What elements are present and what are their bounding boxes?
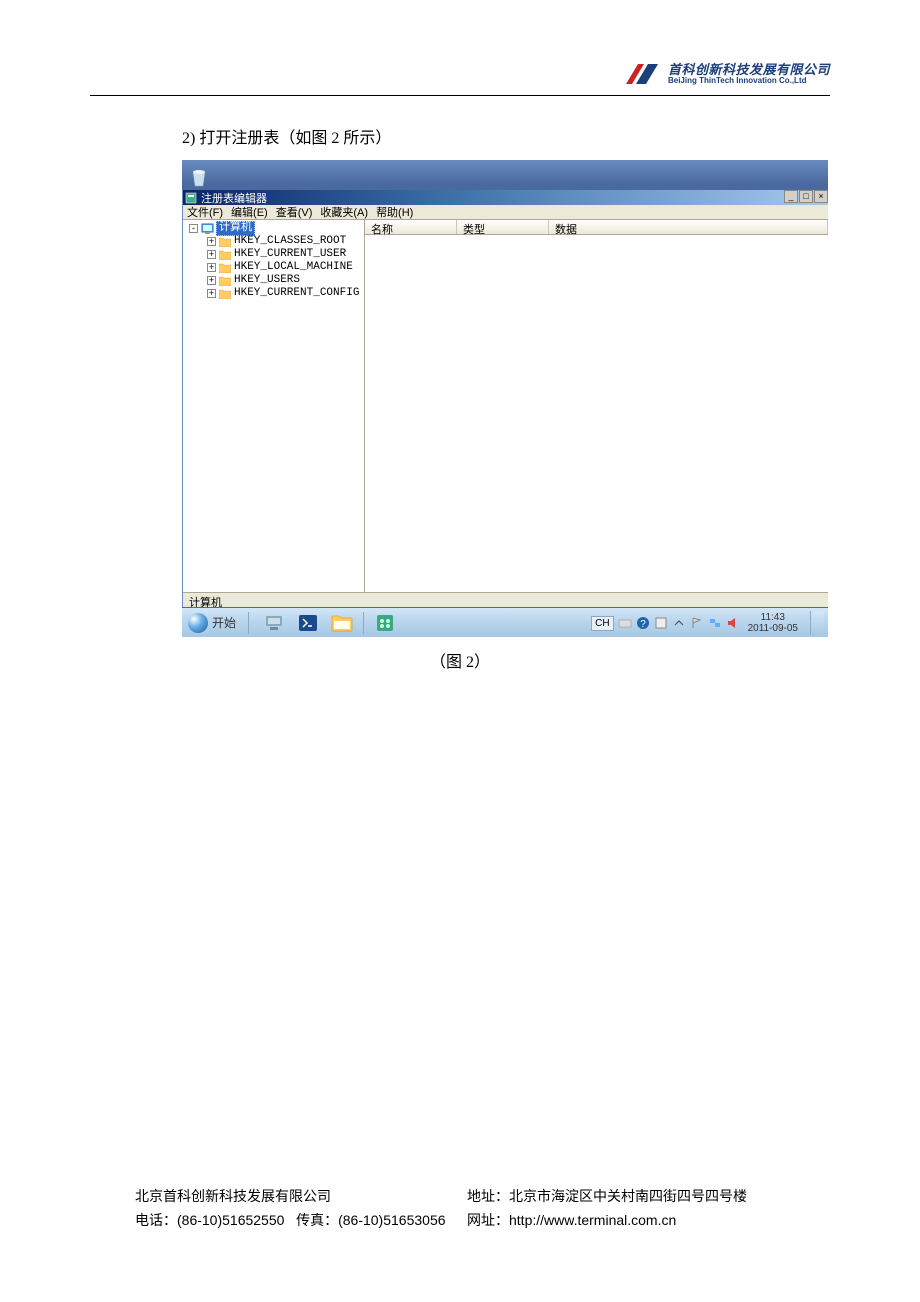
footer-address: 地址：北京市海淀区中关村南四街四号四号楼: [467, 1184, 830, 1208]
minimize-button[interactable]: _: [784, 190, 798, 203]
system-tray: CH ? 11:43 2011-09-05: [591, 608, 824, 638]
powershell-icon[interactable]: [293, 610, 323, 636]
flag-icon[interactable]: [690, 616, 704, 630]
app-icon[interactable]: [370, 610, 400, 636]
col-type[interactable]: 类型: [457, 220, 549, 234]
folder-icon: [219, 276, 231, 286]
regedit-icon: [185, 192, 197, 204]
taskbar: 开始 CH ?: [182, 607, 828, 637]
folder-icon: [219, 237, 231, 247]
tray-clock[interactable]: 11:43 2011-09-05: [744, 612, 802, 634]
expand-icon[interactable]: +: [207, 250, 216, 259]
ime-option-icon[interactable]: [654, 616, 668, 630]
svg-text:?: ?: [640, 619, 646, 630]
logo-mark-icon: [624, 62, 662, 86]
menu-view[interactable]: 查看(V): [276, 204, 313, 220]
tree-item-label: HKEY_CLASSES_ROOT: [234, 235, 346, 248]
page-footer: 北京首科创新科技发展有限公司 地址：北京市海淀区中关村南四街四号四号楼 电话：(…: [135, 1184, 830, 1232]
status-bar: 计算机: [183, 592, 828, 607]
expand-icon[interactable]: +: [207, 263, 216, 272]
folder-icon: [219, 250, 231, 260]
col-data[interactable]: 数据: [549, 220, 828, 234]
window-title: 注册表编辑器: [201, 190, 267, 206]
taskbar-separator: [248, 612, 249, 634]
header-divider: [90, 95, 830, 96]
logo-company-cn: 首科创新科技发展有限公司: [668, 63, 830, 77]
network-icon[interactable]: [708, 616, 722, 630]
tree-item[interactable]: + HKEY_CLASSES_ROOT: [189, 235, 364, 248]
regedit-window: 注册表编辑器 _ □ × 文件(F) 编辑(E) 查看(V) 收藏夹(A) 帮助…: [182, 190, 828, 607]
page-header-logo: 首科创新科技发展有限公司 BeiJing ThinTech Innovation…: [624, 62, 830, 86]
tree-item[interactable]: + HKEY_LOCAL_MACHINE: [189, 261, 364, 274]
clock-time: 11:43: [748, 612, 798, 623]
start-label: 开始: [212, 614, 236, 631]
expand-icon[interactable]: +: [207, 237, 216, 246]
tree-item[interactable]: + HKEY_USERS: [189, 274, 364, 287]
tree-panel: - 计算机 + HKEY_CLASSES_ROOT + HKE: [183, 220, 365, 592]
folder-icon: [219, 263, 231, 273]
tree-root-row[interactable]: - 计算机: [189, 222, 364, 235]
tray-expand-icon[interactable]: [672, 616, 686, 630]
menu-help[interactable]: 帮助(H): [376, 204, 413, 220]
quick-launch: [259, 610, 400, 636]
computer-icon: [201, 223, 214, 235]
footer-phone: 电话：(86-10)51652550: [135, 1212, 284, 1228]
tree-item-label: HKEY_CURRENT_USER: [234, 248, 346, 261]
logo-company-en: BeiJing ThinTech Innovation Co.,Ltd: [668, 77, 830, 85]
figure-caption: （图 2）: [0, 648, 920, 672]
menu-file[interactable]: 文件(F): [187, 204, 223, 220]
windows-orb-icon: [188, 613, 208, 633]
menu-edit[interactable]: 编辑(E): [231, 204, 268, 220]
tree-item-label: HKEY_CURRENT_CONFIG: [234, 287, 359, 300]
close-button[interactable]: ×: [814, 190, 828, 203]
volume-icon[interactable]: [726, 616, 740, 630]
list-header: 名称 类型 数据: [365, 220, 828, 235]
footer-web: 网址：http://www.terminal.com.cn: [467, 1208, 830, 1232]
footer-fax: 传真：(86-10)51653056: [296, 1212, 445, 1228]
server-manager-icon[interactable]: [259, 610, 289, 636]
keyboard-icon[interactable]: [618, 616, 632, 630]
expand-icon[interactable]: +: [207, 276, 216, 285]
maximize-button[interactable]: □: [799, 190, 813, 203]
expand-icon[interactable]: +: [207, 289, 216, 298]
menu-favorites[interactable]: 收藏夹(A): [320, 204, 368, 220]
start-button[interactable]: 开始: [182, 608, 246, 638]
footer-company: 北京首科创新科技发展有限公司: [135, 1184, 467, 1208]
collapse-icon[interactable]: -: [189, 224, 198, 233]
tree-item[interactable]: + HKEY_CURRENT_USER: [189, 248, 364, 261]
taskbar-separator: [363, 612, 364, 634]
col-name[interactable]: 名称: [365, 220, 457, 234]
desktop-strip: [182, 160, 828, 190]
step-text: 2) 打开注册表（如图 2 所示）: [182, 124, 391, 148]
help-icon[interactable]: ?: [636, 616, 650, 630]
window-titlebar[interactable]: 注册表编辑器 _ □ ×: [183, 190, 828, 205]
recycle-bin-icon: [190, 166, 208, 188]
tree-item[interactable]: + HKEY_CURRENT_CONFIG: [189, 287, 364, 300]
tree-root-label[interactable]: 计算机: [216, 221, 255, 236]
folder-icon: [219, 289, 231, 299]
ime-indicator[interactable]: CH: [591, 616, 613, 631]
tree-item-label: HKEY_LOCAL_MACHINE: [234, 261, 353, 274]
clock-date: 2011-09-05: [748, 623, 798, 634]
show-desktop-button[interactable]: [810, 611, 824, 635]
tree-item-label: HKEY_USERS: [234, 274, 300, 287]
screenshot-figure: 注册表编辑器 _ □ × 文件(F) 编辑(E) 查看(V) 收藏夹(A) 帮助…: [182, 160, 828, 637]
menu-bar: 文件(F) 编辑(E) 查看(V) 收藏夹(A) 帮助(H): [183, 205, 828, 220]
explorer-icon[interactable]: [327, 610, 357, 636]
list-panel: 名称 类型 数据: [365, 220, 828, 592]
